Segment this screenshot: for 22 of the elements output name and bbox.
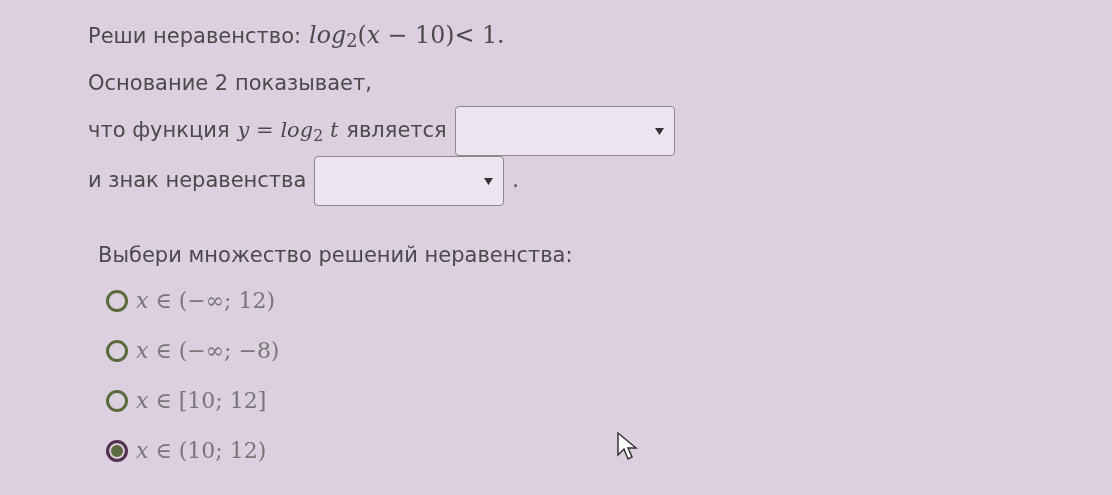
option-label: x ∈ (10; 12) xyxy=(136,437,267,465)
question-text: Выбери множество решений неравенства: xyxy=(98,242,574,269)
option-label: x ∈ (−∞; −8) xyxy=(136,337,280,365)
sentence-text: что функция xyxy=(88,117,230,145)
caret-icon xyxy=(654,127,664,135)
option-label: x ∈ (−∞; 12) xyxy=(136,287,276,315)
dropdown-field[interactable] xyxy=(314,156,505,206)
option-label: x ∈ [10; 12] xyxy=(136,387,267,415)
prompt-text: Реши неравенство: xyxy=(88,23,302,50)
math-expression: y = log$_{2}$ t xyxy=(237,117,339,147)
cursor-icon xyxy=(616,431,638,461)
sentence-text: . xyxy=(512,167,520,195)
sentence-text: и знак неравенства xyxy=(88,167,307,195)
radio-button[interactable] xyxy=(106,289,128,312)
sentence-text: является xyxy=(346,117,447,145)
radio-button[interactable] xyxy=(106,439,128,462)
radio-button[interactable] xyxy=(106,339,128,362)
dropdown-field[interactable] xyxy=(454,106,675,156)
sentence-text: Основание 2 показывает, xyxy=(88,70,372,98)
radio-button[interactable] xyxy=(106,389,128,412)
caret-icon xyxy=(484,177,494,185)
math-expression: log$_{2}$(x − 10)< 1. xyxy=(309,20,505,54)
